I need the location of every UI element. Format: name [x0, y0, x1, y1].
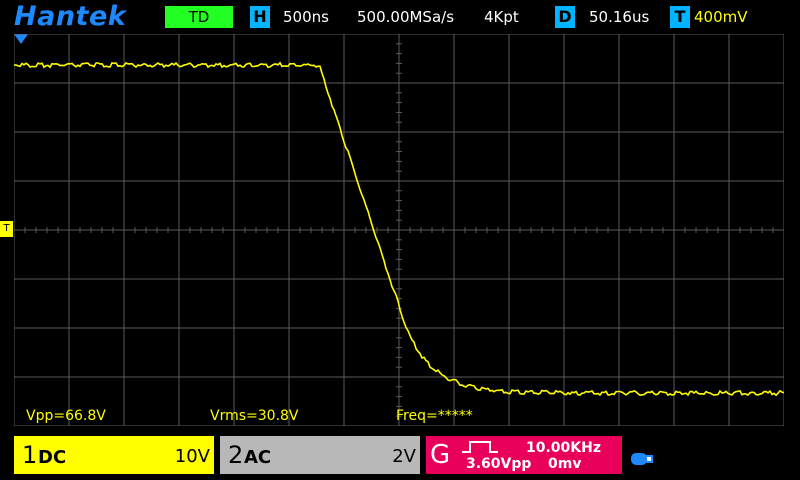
generator-frequency: 10.00KHz: [526, 440, 601, 456]
channel-1-scale: 10V: [174, 446, 210, 467]
channel-2-coupling: AC: [244, 447, 272, 468]
graticule: [14, 34, 784, 426]
mode-indicator[interactable]: TD: [165, 6, 233, 28]
generator-panel[interactable]: G 10.00KHz 3.60Vpp 0mv: [426, 436, 622, 474]
channel-1-coupling: DC: [38, 447, 67, 468]
generator-offset: 0mv: [548, 456, 582, 472]
trigger-level-marker[interactable]: T: [0, 221, 13, 237]
channel-2-panel[interactable]: 2 AC 2V: [220, 436, 420, 474]
channel-2-scale: 2V: [392, 446, 416, 467]
freq-measurement: Freq=*****: [396, 408, 473, 424]
vrms-measurement: Vrms=30.8V: [210, 408, 299, 424]
vpp-measurement: Vpp=66.8V: [26, 408, 106, 424]
top-status-bar: Hantek TD H 500ns 500.00MSa/s 4Kpt D 50.…: [0, 0, 800, 34]
square-wave-icon: [462, 441, 498, 453]
brand-logo: Hantek: [14, 1, 127, 32]
waveform-screen[interactable]: [14, 34, 784, 426]
channel-1-number: 1: [22, 441, 38, 469]
trigger-tag[interactable]: T: [670, 6, 690, 28]
horizontal-tag[interactable]: H: [250, 6, 270, 28]
memory-depth-value: 4Kpt: [484, 8, 519, 26]
trigger-value: 400mV: [694, 8, 748, 26]
delay-tag[interactable]: D: [555, 6, 575, 28]
generator-amplitude: 3.60Vpp: [466, 456, 532, 472]
channel-1-panel[interactable]: 1 DC 10V: [14, 436, 214, 474]
timebase-value: 500ns: [283, 8, 329, 26]
generator-letter: G: [430, 440, 451, 470]
channel-2-number: 2: [228, 441, 244, 469]
usb-icon: [631, 453, 653, 465]
sample-rate-value: 500.00MSa/s: [357, 8, 455, 26]
delay-value: 50.16us: [589, 8, 650, 26]
